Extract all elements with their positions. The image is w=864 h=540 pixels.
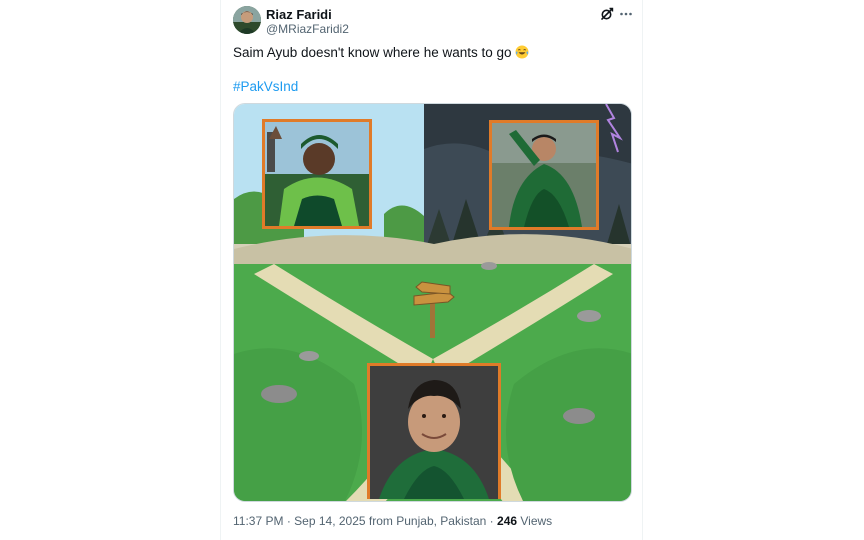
tweet-location: from Punjab, Pakistan [368,514,487,528]
tweet-meta: 11:37 PM · Sep 14, 2025 from Punjab, Pak… [233,514,552,529]
tweet-card: Riaz Faridi @MRiazFaridi2 Saim Ayub does… [220,0,643,540]
tweet-text-content: Saim Ayub doesn't know where he wants to… [233,45,512,60]
meta-separator: · [489,514,494,528]
tweet-media-image[interactable] [233,103,632,502]
player-photo-top-left [262,119,372,229]
rock [261,385,297,403]
author-avatar[interactable] [233,6,261,34]
tweet-date[interactable]: Sep 14, 2025 [294,514,365,528]
meta-separator: · [286,514,291,528]
player-photo-top-right [489,120,599,230]
author-name[interactable]: Riaz Faridi [266,7,332,22]
views-label: Views [520,514,553,528]
grok-icon[interactable] [599,6,615,22]
tweet-time[interactable]: 11:37 PM [233,514,283,528]
author-handle[interactable]: @MRiazFaridi2 [266,22,349,36]
laughing-emoji-icon [515,45,529,59]
more-options-icon[interactable] [618,6,634,22]
hashtag-link[interactable]: #PakVsInd [233,78,298,96]
page: Riaz Faridi @MRiazFaridi2 Saim Ayub does… [0,0,864,540]
tweet-text: Saim Ayub doesn't know where he wants to… [233,44,633,62]
player-photo-bottom [367,363,501,499]
avatar-image [233,6,261,34]
views-count: 246 [497,514,518,528]
